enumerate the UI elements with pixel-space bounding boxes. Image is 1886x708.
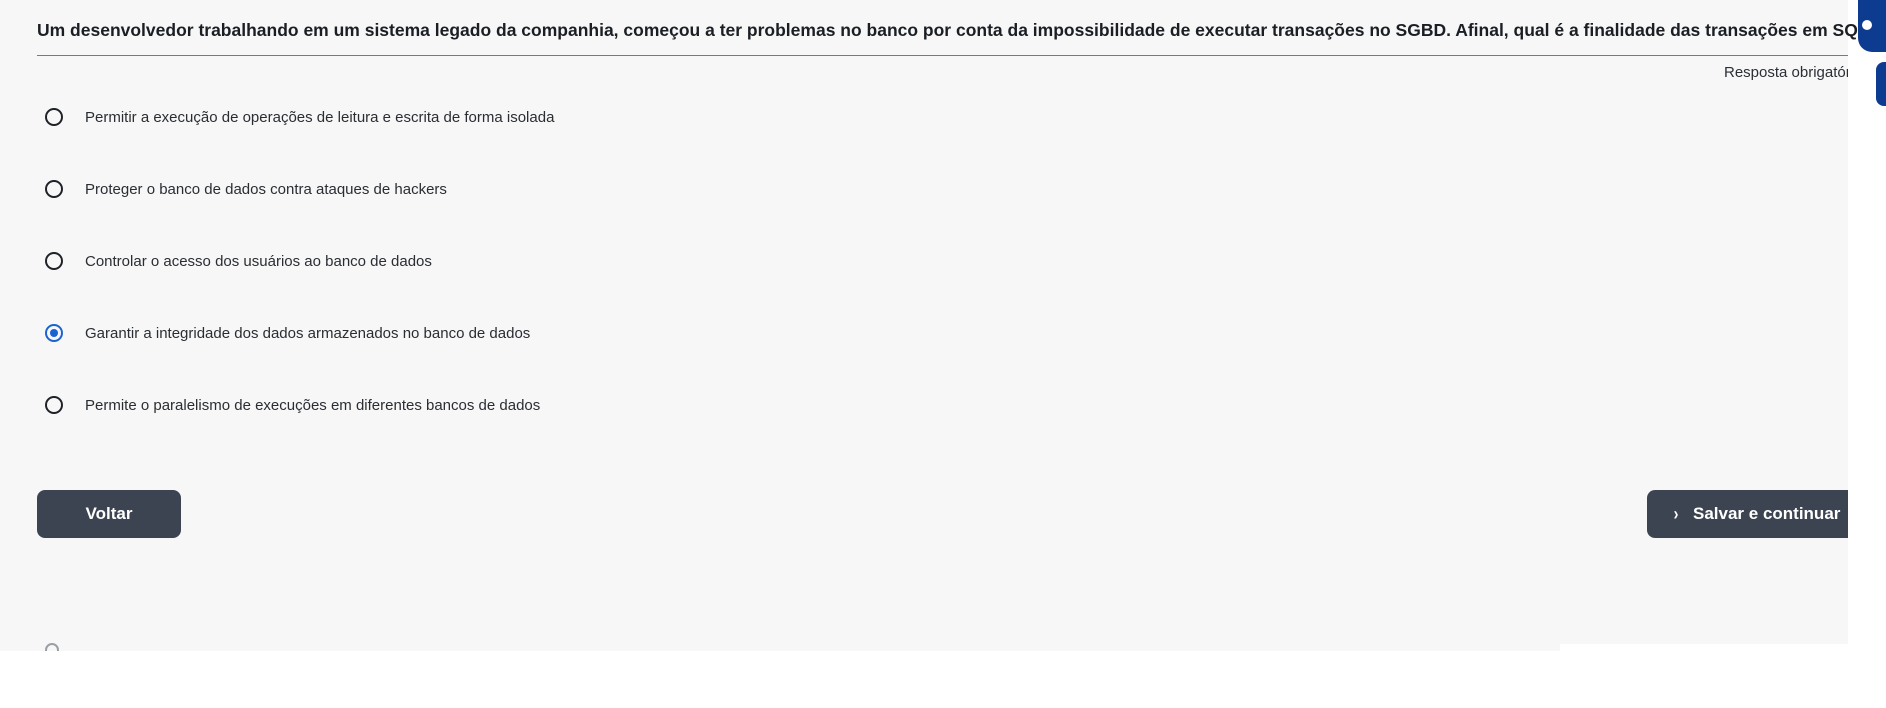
option-1[interactable]: Permitir a execução de operações de leit… [45,108,554,126]
radio-button[interactable] [45,180,63,198]
footer-strip [1560,644,1848,654]
back-button[interactable]: Voltar [37,490,181,538]
option-4[interactable]: Garantir a integridade dos dados armazen… [45,324,530,342]
widget-icon [1862,20,1872,30]
option-label: Proteger o banco de dados contra ataques… [85,180,447,198]
question-panel: Um desenvolvedor trabalhando em um siste… [0,0,1880,651]
divider [37,55,1848,56]
back-button-label: Voltar [85,504,133,523]
save-and-continue-button[interactable]: › Salvar e continuar [1647,490,1848,538]
radio-button[interactable] [45,396,63,414]
radio-button[interactable] [45,108,63,126]
radio-button[interactable] [45,252,63,270]
option-5[interactable]: Permite o paralelismo de execuções em di… [45,396,540,414]
option-2[interactable]: Proteger o banco de dados contra ataques… [45,180,447,198]
option-label: Controlar o acesso dos usuários ao banco… [85,252,432,270]
option-3[interactable]: Controlar o acesso dos usuários ao banco… [45,252,432,270]
partial-radio-button [45,643,59,651]
chevron-right-icon: › [1673,503,1679,524]
option-label: Garantir a integridade dos dados armazen… [85,324,531,342]
option-label: Permitir a execução de operações de leit… [85,108,555,126]
radio-button-selected[interactable] [45,324,63,342]
required-answer-label: Resposta obrigatór [1724,64,1848,81]
save-and-continue-label: Salvar e continuar [1693,504,1841,523]
side-widget-handle[interactable] [1876,62,1886,106]
question-text: Um desenvolvedor trabalhando em um siste… [37,20,1880,40]
option-label: Permite o paralelismo de execuções em di… [85,396,541,414]
